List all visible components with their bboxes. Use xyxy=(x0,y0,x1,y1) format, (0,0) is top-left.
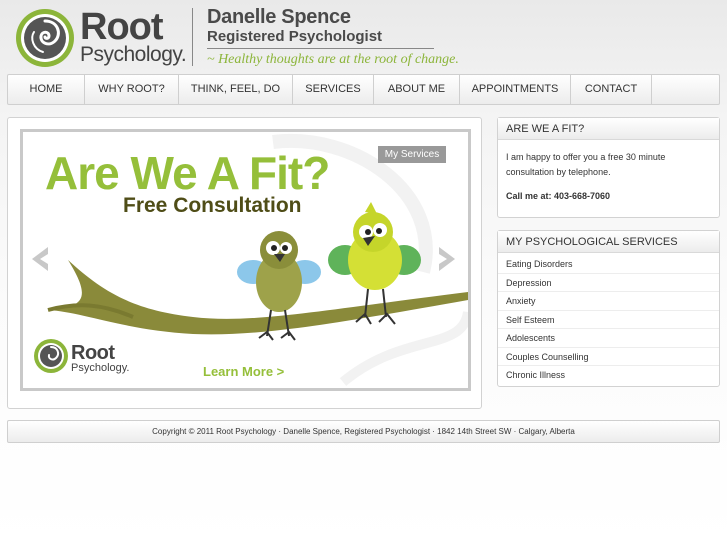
nav-home[interactable]: HOME xyxy=(8,75,85,104)
service-couples-counselling[interactable]: Couples Counselling xyxy=(498,348,719,366)
nav-services[interactable]: SERVICES xyxy=(293,75,374,104)
logo-line-root: Root xyxy=(80,6,164,48)
service-depression[interactable]: Depression xyxy=(498,274,719,292)
site-header: Root Psychology. Danelle Spence Register… xyxy=(0,0,727,74)
services-box: MY PSYCHOLOGICAL SERVICES Eating Disorde… xyxy=(497,230,720,387)
service-adolescents[interactable]: Adolescents xyxy=(498,329,719,348)
psychologist-name: Danelle Spence xyxy=(207,6,351,28)
fit-box-text: I am happy to offer you a free 30 minute… xyxy=(506,152,666,177)
nav-contact[interactable]: CONTACT xyxy=(571,75,652,104)
featured-slide[interactable]: My Services Are We A Fit? Free Consultat… xyxy=(20,129,471,391)
nav-about-me[interactable]: ABOUT ME xyxy=(374,75,460,104)
site-footer: Copyright © 2011 Root Psychology · Danel… xyxy=(7,420,720,443)
spiral-logo-icon xyxy=(16,9,74,67)
title-underline xyxy=(207,48,434,49)
root-psychology-logo[interactable]: Root Psychology. xyxy=(14,4,187,68)
logo-wordmark: Root Psychology. xyxy=(80,6,187,66)
service-chronic-illness[interactable]: Chronic Illness xyxy=(498,366,719,385)
chevron-right-icon[interactable] xyxy=(431,244,461,274)
service-self-esteem[interactable]: Self Esteem xyxy=(498,311,719,329)
my-services-tab[interactable]: My Services xyxy=(378,146,446,163)
learn-more-link[interactable]: Learn More > xyxy=(203,364,284,379)
are-we-a-fit-box: ARE WE A FIT? I am happy to offer you a … xyxy=(497,117,720,218)
main-nav: HOME WHY ROOT? THINK, FEEL, DO SERVICES … xyxy=(7,74,720,105)
nav-think-feel-do[interactable]: THINK, FEEL, DO xyxy=(179,75,293,104)
psychologist-title: Registered Psychologist xyxy=(207,28,383,45)
featured-slider-panel: My Services Are We A Fit? Free Consultat… xyxy=(7,117,482,409)
slide-logo-icon xyxy=(34,339,68,373)
service-eating-disorders[interactable]: Eating Disorders xyxy=(498,255,719,274)
slide-logo-line-psychology: Psychology. xyxy=(71,362,130,374)
service-anxiety[interactable]: Anxiety xyxy=(498,292,719,311)
nav-appointments[interactable]: APPOINTMENTS xyxy=(460,75,571,104)
slide-headline: Are We A Fit? xyxy=(45,147,330,199)
services-list: Eating Disorders Depression Anxiety Self… xyxy=(498,253,719,385)
phone-number[interactable]: Call me at: 403-668-7060 xyxy=(506,189,711,204)
tagline: ~ Healthy thoughts are at the root of ch… xyxy=(207,52,459,67)
fit-box-title: ARE WE A FIT? xyxy=(498,118,719,140)
chevron-left-icon[interactable] xyxy=(26,244,56,274)
slide-logo-wordmark: Root Psychology. xyxy=(71,342,130,374)
header-divider xyxy=(192,8,193,66)
slide-logo-line-root: Root xyxy=(71,342,115,364)
fit-box-body: I am happy to offer you a free 30 minute… xyxy=(498,140,719,204)
services-box-title: MY PSYCHOLOGICAL SERVICES xyxy=(498,231,719,253)
slide-subheadline: Free Consultation xyxy=(123,194,302,217)
nav-why-root[interactable]: WHY ROOT? xyxy=(85,75,179,104)
logo-line-psychology: Psychology. xyxy=(80,43,187,66)
